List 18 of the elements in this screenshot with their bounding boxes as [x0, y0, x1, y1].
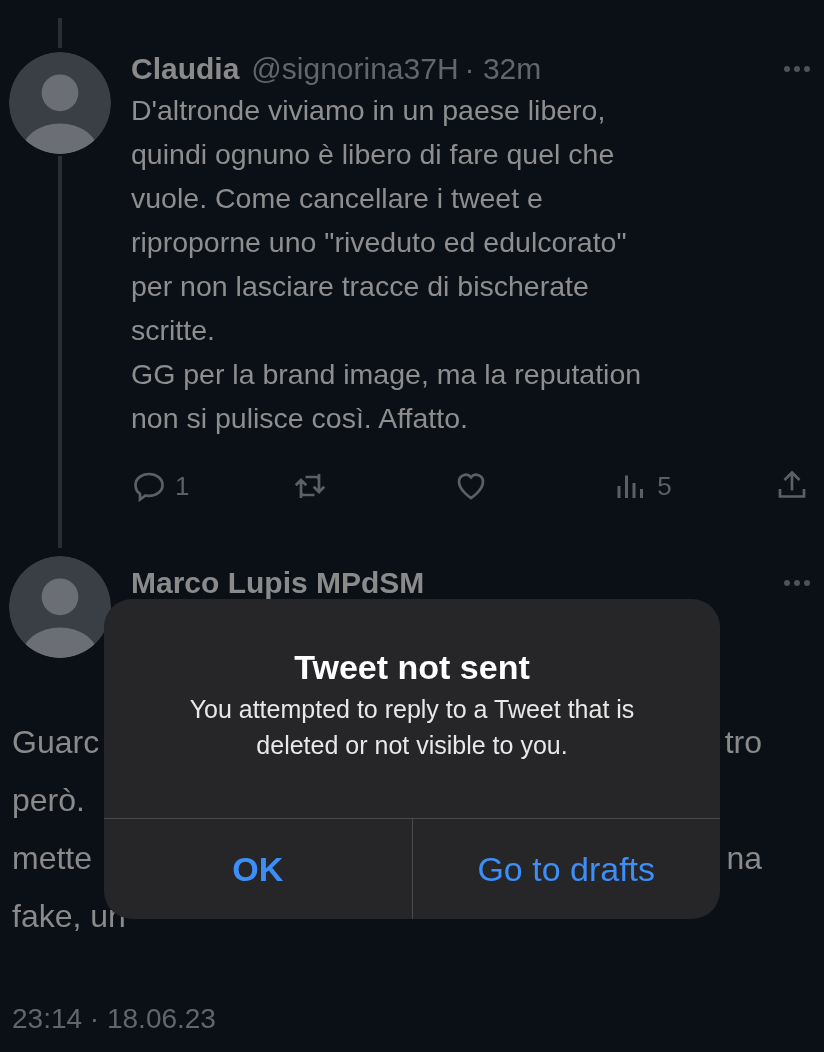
dialog-title: Tweet not sent	[294, 647, 530, 688]
action-count: 5	[657, 469, 673, 503]
tweet-timestamp: 23:14 · 18.06.23	[12, 1002, 216, 1036]
user-name[interactable]: Marco Lupis MPdSM	[131, 568, 425, 598]
tweet-text: D'altronde viviamo in un paese libero, quindi ognuno è libero di fare quel che vuole. Come cancellare i tweet e riproporne uno "riveduto ed edulcorato" per non lasciare tracce di bischerate scritte. GG per la brand image, ma la reputation non si pulisce così. Affatto.	[131, 93, 643, 436]
tweet-time: · 32m	[464, 52, 542, 86]
tweet-text: tro	[724, 723, 762, 762]
user-handle[interactable]: @signorina37H	[251, 52, 459, 86]
tweet-text: na	[726, 839, 762, 878]
more-icon[interactable]	[784, 66, 810, 72]
action-count: 1	[175, 469, 191, 503]
user-name[interactable]: Claudia	[131, 52, 240, 86]
tweet-text: Guarc	[12, 723, 100, 762]
tweet-text: mette	[12, 839, 93, 878]
dialog-message: You attempted to reply to a Tweet that is deleted or not visible to you.	[188, 694, 636, 761]
dialog-button[interactable]: Go to drafts	[411, 819, 720, 919]
tweet-text: però.	[12, 781, 85, 820]
more-icon[interactable]	[784, 580, 810, 586]
